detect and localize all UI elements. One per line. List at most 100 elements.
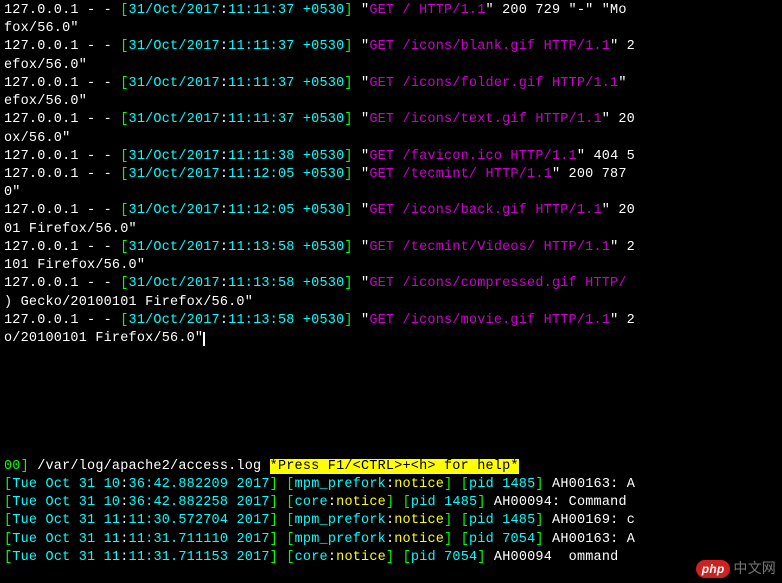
log-segment: pid 1485 bbox=[469, 513, 535, 528]
log-segment: pid 7054 bbox=[411, 550, 477, 565]
log-segment: GET /tecmint/ HTTP/1.1 bbox=[369, 167, 552, 182]
access-log-line: 127.0.0.1 - - [31/Oct/2017:11:12:05 +053… bbox=[4, 166, 778, 184]
log-segment: " 2 bbox=[610, 313, 635, 328]
log-segment: 11:31.711110 2017 bbox=[129, 532, 270, 547]
log-segment: 31/Oct/2017 bbox=[129, 76, 220, 91]
log-segment: [ bbox=[286, 532, 294, 547]
log-segment: ] bbox=[344, 203, 352, 218]
access-log-line: 01 Firefox/56.0" bbox=[4, 221, 778, 239]
log-segment: 11:31.711153 2017 bbox=[129, 550, 270, 565]
access-log-line: 127.0.0.1 - - [31/Oct/2017:11:11:38 +053… bbox=[4, 148, 778, 166]
log-segment: ] bbox=[344, 76, 352, 91]
log-segment: GET /icons/folder.gif HTTP/1.1 bbox=[369, 76, 618, 91]
log-segment: 127.0.0.1 - - bbox=[4, 39, 120, 54]
log-segment: [ bbox=[120, 3, 128, 18]
log-segment: [ bbox=[403, 495, 411, 510]
log-segment: " 404 5 bbox=[577, 149, 635, 164]
log-segment: 127.0.0.1 - - bbox=[4, 149, 120, 164]
log-segment: : bbox=[120, 513, 128, 528]
error-log-line: [Tue Oct 31 11:11:31.711153 2017] [core:… bbox=[4, 549, 778, 567]
log-segment: : bbox=[120, 477, 128, 492]
log-segment: [ bbox=[403, 550, 411, 565]
log-segment: notice bbox=[394, 477, 444, 492]
log-segment: : bbox=[328, 550, 336, 565]
log-segment: : bbox=[120, 495, 128, 510]
log-segment: 101 Firefox/56.0" bbox=[4, 258, 145, 273]
log-segment: ] bbox=[344, 3, 352, 18]
log-segment: [ bbox=[120, 112, 128, 127]
log-segment bbox=[452, 513, 460, 528]
access-log-line: 127.0.0.1 - - [31/Oct/2017:11:11:37 +053… bbox=[4, 75, 778, 93]
log-segment: ] bbox=[477, 495, 485, 510]
log-segment: [ bbox=[120, 149, 128, 164]
access-log-line: ox/56.0" bbox=[4, 130, 778, 148]
log-segment: [ bbox=[120, 240, 128, 255]
log-segment: [ bbox=[461, 477, 469, 492]
log-segment: 127.0.0.1 - - bbox=[4, 112, 120, 127]
error-log-line: [Tue Oct 31 10:36:42.882258 2017] [core:… bbox=[4, 494, 778, 512]
log-segment: " bbox=[353, 240, 370, 255]
log-segment: ] bbox=[344, 167, 352, 182]
log-segment: 36:42.882209 2017 bbox=[129, 477, 270, 492]
log-segment: pid 1485 bbox=[469, 477, 535, 492]
log-segment: notice bbox=[336, 550, 386, 565]
access-log-line: 127.0.0.1 - - [31/Oct/2017:11:13:58 +053… bbox=[4, 275, 778, 293]
log-segment: mpm_prefork bbox=[295, 477, 386, 492]
log-segment: Tue Oct 31 10 bbox=[12, 477, 120, 492]
access-log-pane[interactable]: 127.0.0.1 - - [31/Oct/2017:11:11:37 +053… bbox=[0, 0, 782, 458]
log-segment: " 20 bbox=[602, 203, 635, 218]
error-log-pane[interactable]: [Tue Oct 31 10:36:42.882209 2017] [mpm_p… bbox=[0, 476, 782, 567]
log-segment: 01 Firefox/56.0" bbox=[4, 222, 137, 237]
log-segment: ] bbox=[535, 477, 543, 492]
log-segment: " bbox=[353, 112, 370, 127]
access-log-line: 127.0.0.1 - - [31/Oct/2017:11:11:37 +053… bbox=[4, 2, 778, 20]
access-log-line: 127.0.0.1 - - [31/Oct/2017:11:11:37 +053… bbox=[4, 38, 778, 56]
log-segment: AH00094 ommand bbox=[486, 550, 627, 565]
log-segment: " 20 bbox=[602, 112, 635, 127]
log-segment: 31/Oct/2017 bbox=[129, 276, 220, 291]
log-segment: ] bbox=[270, 495, 278, 510]
log-segment: [ bbox=[120, 39, 128, 54]
log-segment: 11:13:58 +0530 bbox=[228, 313, 344, 328]
access-log-line: 127.0.0.1 - - [31/Oct/2017:11:13:58 +053… bbox=[4, 239, 778, 257]
log-segment: 127.0.0.1 - - bbox=[4, 313, 120, 328]
log-segment: mpm_prefork bbox=[295, 513, 386, 528]
log-segment bbox=[394, 550, 402, 565]
access-log-line: efox/56.0" bbox=[4, 93, 778, 111]
log-segment: ] bbox=[344, 313, 352, 328]
log-segment: [ bbox=[461, 513, 469, 528]
log-segment: ] bbox=[270, 550, 278, 565]
log-segment bbox=[452, 532, 460, 547]
log-segment: [ bbox=[120, 167, 128, 182]
log-segment: GET / HTTP/1.1 bbox=[369, 3, 485, 18]
log-segment: : bbox=[220, 39, 228, 54]
log-segment: 31/Oct/2017 bbox=[129, 240, 220, 255]
log-segment: GET /icons/text.gif HTTP/1.1 bbox=[369, 112, 601, 127]
access-log-line: 127.0.0.1 - - [31/Oct/2017:11:13:58 +053… bbox=[4, 312, 778, 330]
log-segment: ] bbox=[344, 240, 352, 255]
log-segment: GET /icons/compressed.gif HTTP/ bbox=[369, 276, 626, 291]
log-segment: 11:11:37 +0530 bbox=[228, 112, 344, 127]
log-segment: " 200 729 "-" "Mo bbox=[486, 3, 627, 18]
log-segment: [ bbox=[120, 76, 128, 91]
access-log-line: 127.0.0.1 - - [31/Oct/2017:11:12:05 +053… bbox=[4, 202, 778, 220]
log-segment: Tue Oct 31 10 bbox=[12, 495, 120, 510]
log-segment: ] bbox=[344, 112, 352, 127]
log-segment: : bbox=[220, 276, 228, 291]
log-segment: 127.0.0.1 - - bbox=[4, 240, 120, 255]
log-segment: 31/Oct/2017 bbox=[129, 167, 220, 182]
error-log-line: [Tue Oct 31 10:36:42.882209 2017] [mpm_p… bbox=[4, 476, 778, 494]
log-segment: : bbox=[220, 240, 228, 255]
log-segment: [ bbox=[120, 203, 128, 218]
log-segment: 31/Oct/2017 bbox=[129, 149, 220, 164]
log-segment: " bbox=[353, 149, 370, 164]
log-segment: : bbox=[220, 112, 228, 127]
log-segment: ] bbox=[344, 276, 352, 291]
log-segment: Tue Oct 31 11 bbox=[12, 513, 120, 528]
log-segment: pid 7054 bbox=[469, 532, 535, 547]
log-segment: : bbox=[328, 495, 336, 510]
log-segment: ] bbox=[270, 532, 278, 547]
log-segment: " bbox=[353, 276, 370, 291]
log-segment: ] bbox=[477, 550, 485, 565]
status-prefix: 00] bbox=[4, 459, 29, 474]
